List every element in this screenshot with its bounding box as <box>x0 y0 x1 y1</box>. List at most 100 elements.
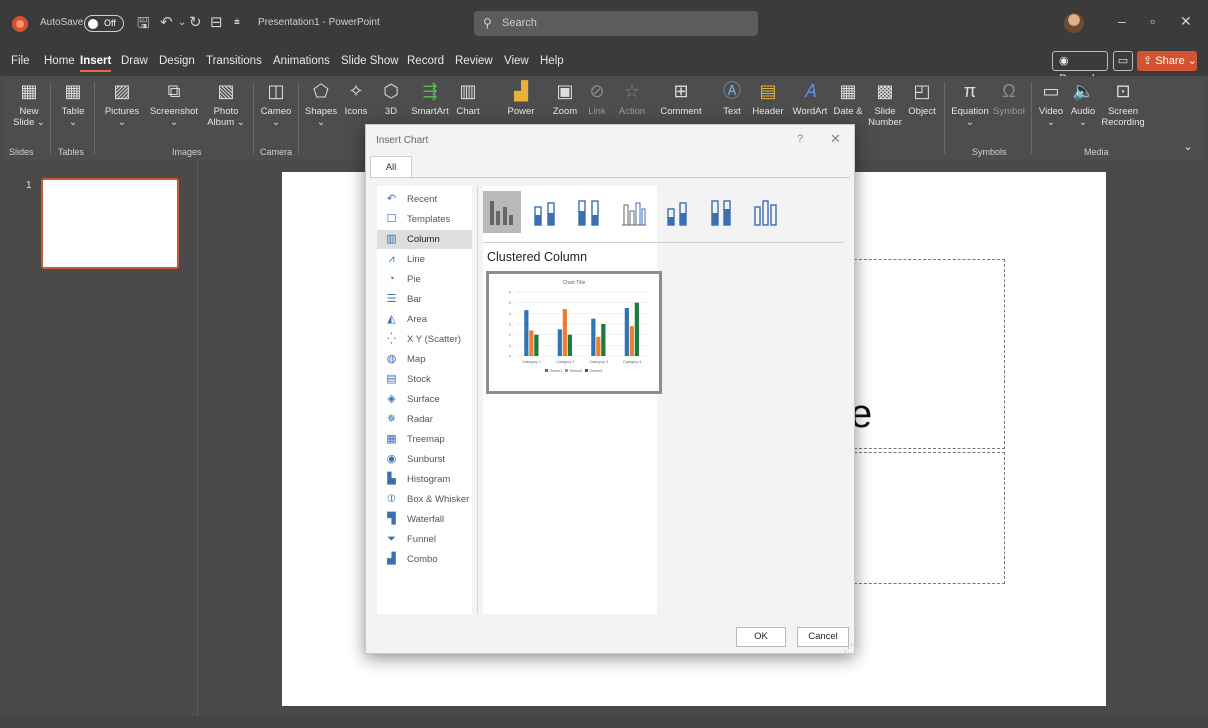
help-button[interactable]: ? <box>797 133 803 145</box>
icons-button[interactable]: ✧ Icons <box>341 80 371 117</box>
equation-label: Equation <box>951 106 989 117</box>
subtype-clustered-column[interactable] <box>483 191 521 233</box>
tab-help[interactable]: Help <box>540 55 564 67</box>
tab-transitions[interactable]: Transitions <box>206 55 262 67</box>
tab-record[interactable]: Record <box>407 55 444 67</box>
chart-type-recent[interactable]: ↶ Recent <box>377 190 472 209</box>
subtype-100-stacked-column[interactable] <box>571 191 609 233</box>
preview-legend-swatch <box>585 369 588 372</box>
subtype-3d-stacked-column[interactable] <box>659 191 697 233</box>
link-button[interactable]: ⊘ Link <box>584 80 610 117</box>
title-placeholder[interactable] <box>854 259 1005 449</box>
comments-button[interactable]: ▭ <box>1113 51 1133 71</box>
chart-type-funnel[interactable]: ⏷ Funnel <box>377 530 472 549</box>
dialog-close-button[interactable]: ✕ <box>830 131 841 147</box>
new-slide-button[interactable]: ▦ New Slide ⌄ <box>12 80 46 128</box>
cameo-button[interactable]: ◫ Cameo ⌄ <box>257 80 295 128</box>
chart-type-sunburst[interactable]: ◉ Sunburst <box>377 450 472 469</box>
chart-type-waterfall[interactable]: ▜ Waterfall <box>377 510 472 529</box>
chart-type-label: Column <box>407 234 440 245</box>
account-avatar[interactable] <box>1064 13 1084 33</box>
table-button[interactable]: ▦ Table ⌄ <box>56 80 90 128</box>
subtype-3d-100-stacked-column[interactable] <box>703 191 741 233</box>
tab-view[interactable]: View <box>504 55 529 67</box>
3d-models-button[interactable]: ⬡ 3D <box>376 80 406 117</box>
pictures-label: Pictures <box>104 106 140 117</box>
subtype-stacked-column[interactable] <box>527 191 565 233</box>
chart-preview[interactable]: Chart Title 0 1 2 3 4 5 6 Category 1 Category 2… <box>486 271 662 394</box>
chart-type-area[interactable]: ◭ Area <box>377 310 472 329</box>
tab-home[interactable]: Home <box>44 55 75 67</box>
chart-type-column[interactable]: ▥ Column <box>377 230 472 249</box>
chart-type-surface[interactable]: ◈ Surface <box>377 390 472 409</box>
chart-type-scatter[interactable]: ⁛ X Y (Scatter) <box>377 330 472 349</box>
chart-type-map[interactable]: ◍ Map <box>377 350 472 369</box>
customize-quick-access-icon[interactable]: ⩧ <box>234 17 240 28</box>
tab-all-charts[interactable]: All Charts <box>370 156 412 194</box>
tab-design[interactable]: Design <box>159 55 195 67</box>
chart-type-combo[interactable]: ▟ Combo <box>377 550 472 569</box>
zoom-button[interactable]: ▣ Zoom <box>550 80 580 117</box>
subtype-3d-clustered-column[interactable] <box>615 191 653 233</box>
close-window-button[interactable]: ✕ <box>1180 13 1192 30</box>
action-button[interactable]: ☆ Action <box>614 80 650 117</box>
slide-number-button[interactable]: ▩ Slide Number <box>867 80 903 128</box>
symbol-button[interactable]: Ω Symbol <box>992 80 1026 117</box>
chart-type-pie[interactable]: ◔ Pie <box>377 270 472 289</box>
subtitle-placeholder[interactable] <box>854 452 1005 584</box>
chart-type-treemap[interactable]: ▦ Treemap <box>377 430 472 449</box>
chart-type-templates[interactable]: ☐ Templates <box>377 210 472 229</box>
header-footer-button[interactable]: ▤ Header <box>750 80 786 117</box>
save-icon[interactable]: 🖫 <box>137 13 150 38</box>
screen-recording-button[interactable]: ⊡ Screen Recording <box>1100 80 1146 128</box>
record-button[interactable]: ◉ Record <box>1052 51 1108 85</box>
shapes-button[interactable]: ⬠ Shapes ⌄ <box>303 80 339 128</box>
tab-slide-show[interactable]: Slide Show <box>341 55 399 67</box>
pictures-button[interactable]: ▨ Pictures ⌄ <box>100 80 144 128</box>
object-button[interactable]: ◰ Object <box>905 80 939 117</box>
power-bi-button[interactable]: ▟ Power <box>504 80 538 117</box>
redo-icon[interactable]: ↻ <box>189 13 202 31</box>
comment-button[interactable]: ⊞ Comment <box>659 80 703 117</box>
status-bar <box>0 716 1208 728</box>
screenshot-button[interactable]: ⧉ Screenshot ⌄ <box>146 80 202 128</box>
slide-thumbnail[interactable] <box>41 178 179 269</box>
video-button[interactable]: ▭ Video ⌄ <box>1036 80 1066 128</box>
chart-type-line[interactable]: ⩘ Line <box>377 250 472 269</box>
ok-button[interactable]: OK <box>736 627 786 647</box>
symbol-label: Symbol <box>993 106 1025 117</box>
chart-button[interactable]: ▥ Chart <box>453 80 483 117</box>
minimize-button[interactable]: – <box>1118 13 1126 29</box>
restore-button[interactable]: ▫ <box>1150 13 1155 29</box>
audio-button[interactable]: 🔈 Audio ⌄ <box>1068 80 1098 128</box>
chart-type-box-whisker[interactable]: ⦶ Box & Whisker <box>377 490 472 509</box>
subtype-3d-column[interactable] <box>747 191 785 233</box>
text-box-button[interactable]: Ⓐ Text <box>718 80 746 117</box>
cancel-button[interactable]: Cancel <box>797 627 849 647</box>
resize-grip-icon[interactable]: ⋰ <box>844 643 853 654</box>
preview-bar <box>624 308 629 356</box>
search-box[interactable]: ⚲ Search <box>474 11 758 36</box>
start-from-beginning-icon[interactable]: ⊟ <box>210 13 223 31</box>
tab-review[interactable]: Review <box>455 55 493 67</box>
collapse-ribbon-button[interactable]: ⌄ <box>1180 142 1196 153</box>
share-button[interactable]: ⇪ Share ⌄ <box>1137 51 1197 71</box>
smartart-button[interactable]: ⇶ SmartArt <box>408 80 452 117</box>
chart-type-histogram[interactable]: ▙ Histogram <box>377 470 472 489</box>
tab-animations[interactable]: Animations <box>273 55 330 67</box>
undo-icon[interactable]: ↶ <box>160 13 173 31</box>
chart-type-bar[interactable]: ☰ Bar <box>377 290 472 309</box>
equation-button[interactable]: π Equation ⌄ <box>950 80 990 128</box>
wordart-button[interactable]: 𝐴 WordArt <box>790 80 830 117</box>
preview-legend-label: Series3 <box>590 369 603 373</box>
photo-album-button[interactable]: ▧ Photo Album ⌄ <box>204 80 248 128</box>
chart-icon: ▥ <box>459 81 477 101</box>
date-time-button[interactable]: ▦ Date & <box>831 80 865 117</box>
tab-insert[interactable]: Insert <box>80 55 112 72</box>
tab-file[interactable]: File <box>11 55 30 67</box>
undo-dropdown-icon[interactable]: ⌄ <box>178 17 186 28</box>
chart-type-radar[interactable]: ✵ Radar <box>377 410 472 429</box>
tab-draw[interactable]: Draw <box>121 55 148 67</box>
autosave-toggle[interactable]: Off <box>84 15 124 32</box>
chart-type-stock[interactable]: ▤ Stock <box>377 370 472 389</box>
